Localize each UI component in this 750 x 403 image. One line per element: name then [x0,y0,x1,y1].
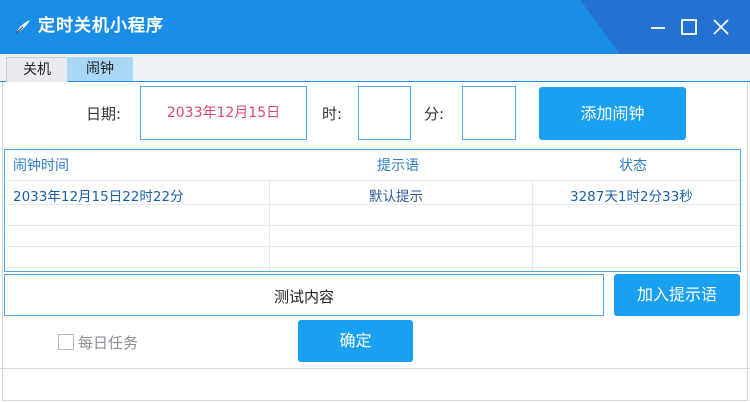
add-alarm-button[interactable]: 添加闹钟 [539,87,686,140]
date-label: 日期: [86,105,122,123]
column-header-message[interactable]: 提示语 [377,155,419,175]
maximize-icon[interactable] [676,14,702,40]
title-bar: 定时关机小程序 [0,0,750,54]
tab-shutdown[interactable]: 关机 [6,57,68,82]
daily-task-label: 每日任务 [78,334,139,352]
minute-label: 分: [424,105,445,123]
close-icon[interactable] [708,14,734,40]
grid-line [532,180,533,271]
table-cell-message[interactable]: 默认提示 [369,185,423,205]
message-value: 测试内容 [273,288,334,306]
daily-task-checkbox[interactable] [58,334,74,350]
tab-alarm[interactable]: 闹钟 [67,57,133,81]
table-cell-time[interactable]: 2033年12月15日22时22分 [13,185,184,205]
minimize-icon[interactable] [645,14,671,40]
tab-strip: 关机 闹钟 [0,54,750,82]
table-cell-status[interactable]: 3287天1时2分33秒 [570,185,693,205]
column-header-status[interactable]: 状态 [619,155,647,175]
column-header-time[interactable]: 闹钟时间 [13,155,69,175]
grid-line [5,180,740,181]
date-field[interactable]: 2033年12月15日 [140,86,307,140]
grid-line [269,180,270,271]
date-value: 2033年12月15日 [166,105,281,121]
confirm-button[interactable]: 确定 [298,320,413,362]
grid-line [5,246,740,247]
alarm-table[interactable]: 闹钟时间 提示语 状态 2033年12月15日22时22分 默认提示 3287天… [4,149,741,272]
message-input[interactable]: 测试内容 [4,274,604,316]
grid-line [5,267,740,268]
status-bar-divider [0,368,750,369]
hour-input[interactable] [358,86,411,140]
minute-input[interactable] [462,86,516,140]
hour-label: 时: [322,105,343,123]
add-message-button[interactable]: 加入提示语 [614,274,740,316]
window-title: 定时关机小程序 [38,16,164,36]
grid-line [5,225,740,226]
feather-icon [14,18,32,36]
title-bar-decoration [580,0,620,54]
